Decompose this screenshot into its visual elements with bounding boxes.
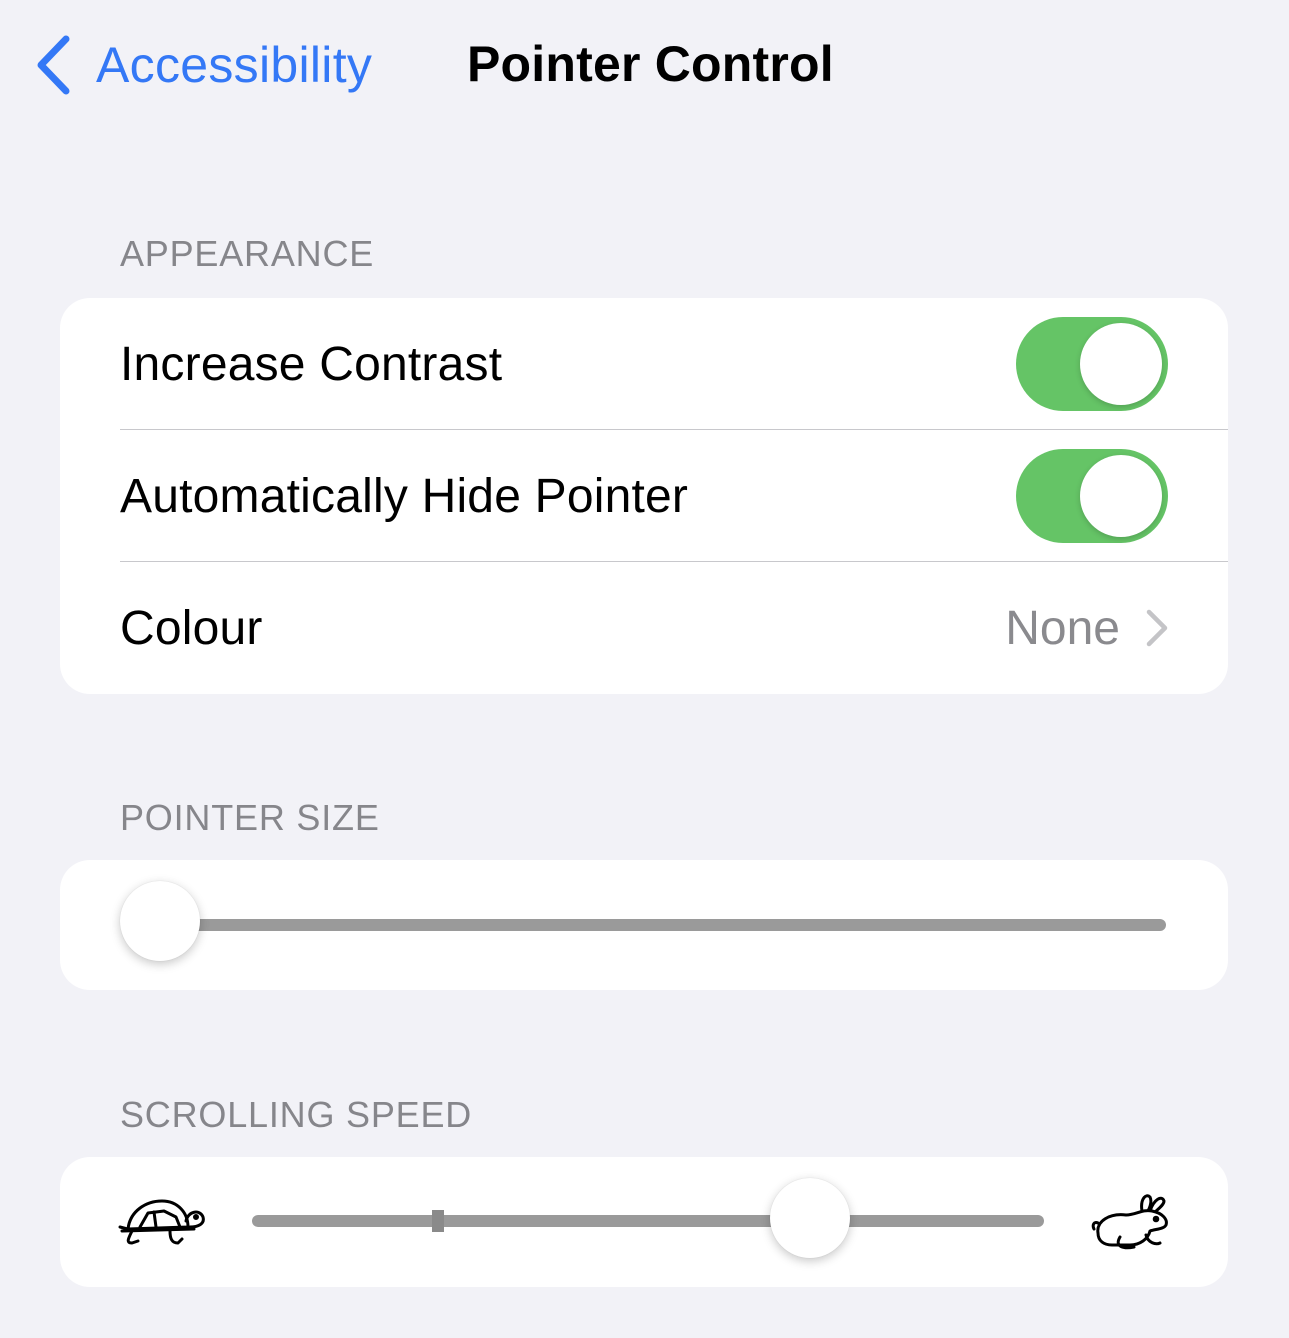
increase-contrast-toggle[interactable]: [1016, 317, 1168, 411]
row-auto-hide-pointer[interactable]: Automatically Hide Pointer: [60, 430, 1228, 562]
back-button[interactable]: Accessibility: [36, 30, 372, 100]
scrolling-speed-slider[interactable]: [60, 1157, 1228, 1287]
appearance-group: Increase Contrast Automatically Hide Poi…: [60, 298, 1228, 694]
back-button-label: Accessibility: [96, 37, 373, 93]
section-header-appearance: APPEARANCE: [120, 233, 375, 274]
toggle-knob: [1080, 455, 1162, 537]
section-header-pointer-size: POINTER SIZE: [120, 797, 380, 838]
row-label: Automatically Hide Pointer: [120, 469, 689, 523]
slider-track[interactable]: [160, 919, 1166, 931]
row-increase-contrast[interactable]: Increase Contrast: [60, 298, 1228, 430]
row-colour[interactable]: Colour None: [60, 562, 1228, 694]
slider-track[interactable]: [252, 1215, 1044, 1227]
rabbit-icon: [1090, 1191, 1172, 1253]
toggle-knob: [1080, 323, 1162, 405]
colour-value: None: [1005, 601, 1120, 655]
slider-thumb[interactable]: [120, 881, 200, 961]
row-label: Colour: [120, 601, 263, 655]
row-label: Increase Contrast: [120, 337, 503, 391]
section-header-scrolling-speed: SCROLLING SPEED: [120, 1094, 473, 1135]
auto-hide-pointer-toggle[interactable]: [1016, 449, 1168, 543]
chevron-left-icon: [36, 35, 70, 95]
page-title: Pointer Control: [467, 36, 834, 92]
navigation-bar: Accessibility Pointer Control: [0, 0, 1289, 130]
pointer-size-slider[interactable]: [60, 860, 1228, 990]
scrolling-speed-group: [60, 1157, 1228, 1287]
pointer-size-group: [60, 860, 1228, 990]
chevron-right-icon: [1146, 609, 1168, 647]
slider-thumb[interactable]: [770, 1178, 851, 1258]
turtle-icon: [118, 1197, 206, 1247]
slider-tick-mark: [432, 1210, 444, 1232]
